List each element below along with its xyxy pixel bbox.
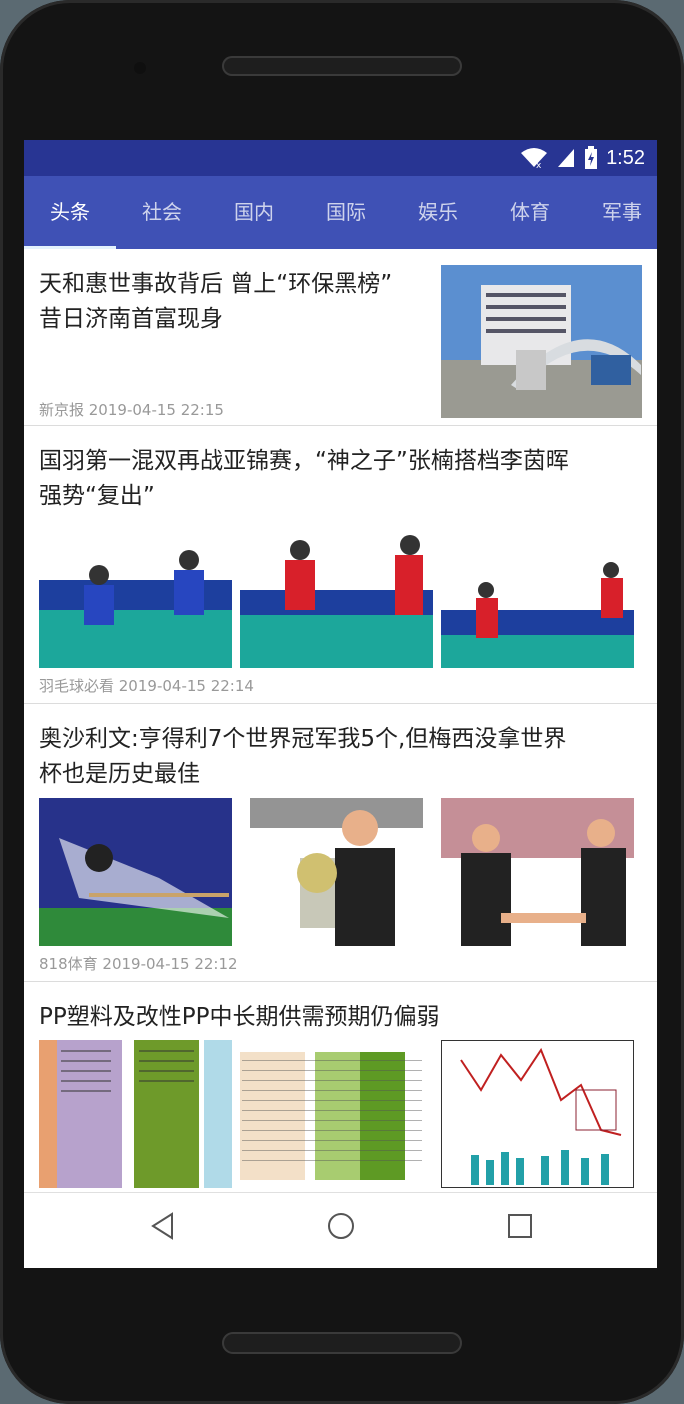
news-item[interactable]: 奥沙利文:亨得利7个世界冠军我5个,但梅西没拿世界 杯也是历史最佳 818体育 …: [24, 704, 657, 982]
news-item[interactable]: PP塑料及改性PP中长期供需预期仍偏弱: [24, 982, 657, 1202]
tab-domestic[interactable]: 国内: [208, 176, 300, 249]
tab-entertainment[interactable]: 娱乐: [392, 176, 484, 249]
news-item[interactable]: 天和惠世事故背后 曾上“环保黑榜” 昔日济南首富现身 新京报 2019-04-1…: [24, 249, 657, 426]
news-meta: 新京报 2019-04-15 22:15: [39, 401, 224, 419]
news-image[interactable]: [441, 520, 634, 668]
tab-military[interactable]: 军事: [576, 176, 657, 249]
news-image[interactable]: [441, 1040, 634, 1188]
news-image[interactable]: [240, 520, 433, 668]
news-feed: 天和惠世事故背后 曾上“环保黑榜” 昔日济南首富现身 新京报 2019-04-1…: [24, 249, 657, 1202]
news-image-row: [39, 798, 634, 946]
bottom-speaker: [222, 1332, 462, 1354]
news-image[interactable]: [39, 798, 232, 946]
news-meta: 818体育 2019-04-15 22:12: [39, 955, 238, 973]
earpiece-speaker: [222, 56, 462, 76]
phone-frame: x 1:52 头条 社会 国内 国际 娱乐 体育 军事 天和惠世事故背后 曾上“…: [0, 0, 684, 1404]
news-meta: 羽毛球必看 2019-04-15 22:14: [39, 677, 254, 695]
battery-icon: [585, 146, 598, 169]
news-title: PP塑料及改性PP中长期供需预期仍偏弱: [39, 1004, 440, 1030]
navigation-bar: [24, 1192, 657, 1268]
news-title: 奥沙利文:亨得利7个世界冠军我5个,但梅西没拿世界 杯也是历史最佳: [39, 726, 567, 787]
news-image[interactable]: [240, 1040, 433, 1188]
news-image-row: [39, 1040, 634, 1188]
news-thumbnail[interactable]: [441, 265, 642, 418]
cell-signal-icon: [558, 149, 575, 167]
status-bar: x 1:52: [24, 140, 657, 176]
news-image[interactable]: [39, 1040, 232, 1188]
news-title: 国羽第一混双再战亚锦赛，“神之子”张楠搭档李茵晖 强势“复出”: [39, 448, 569, 509]
wifi-icon: x: [521, 148, 548, 169]
category-tabs: 头条 社会 国内 国际 娱乐 体育 军事: [24, 176, 657, 249]
tab-headlines[interactable]: 头条: [24, 176, 116, 249]
news-title: 天和惠世事故背后 曾上“环保黑榜” 昔日济南首富现身: [39, 271, 393, 332]
tab-sports[interactable]: 体育: [484, 176, 576, 249]
tab-society[interactable]: 社会: [116, 176, 208, 249]
recents-icon[interactable]: [505, 1211, 535, 1241]
news-item[interactable]: 国羽第一混双再战亚锦赛，“神之子”张楠搭档李茵晖 强势“复出” 羽毛球必看 20…: [24, 426, 657, 704]
news-image-row: [39, 520, 634, 668]
tab-international[interactable]: 国际: [300, 176, 392, 249]
news-image[interactable]: [39, 520, 232, 668]
clock: 1:52: [606, 146, 645, 169]
front-camera: [134, 62, 146, 74]
home-icon[interactable]: [326, 1211, 356, 1241]
back-icon[interactable]: [148, 1211, 178, 1241]
news-image[interactable]: [240, 798, 433, 946]
building-photo: [441, 265, 642, 418]
svg-text:x: x: [536, 161, 542, 169]
screen: x 1:52 头条 社会 国内 国际 娱乐 体育 军事 天和惠世事故背后 曾上“…: [24, 140, 657, 1268]
news-image[interactable]: [441, 798, 634, 946]
